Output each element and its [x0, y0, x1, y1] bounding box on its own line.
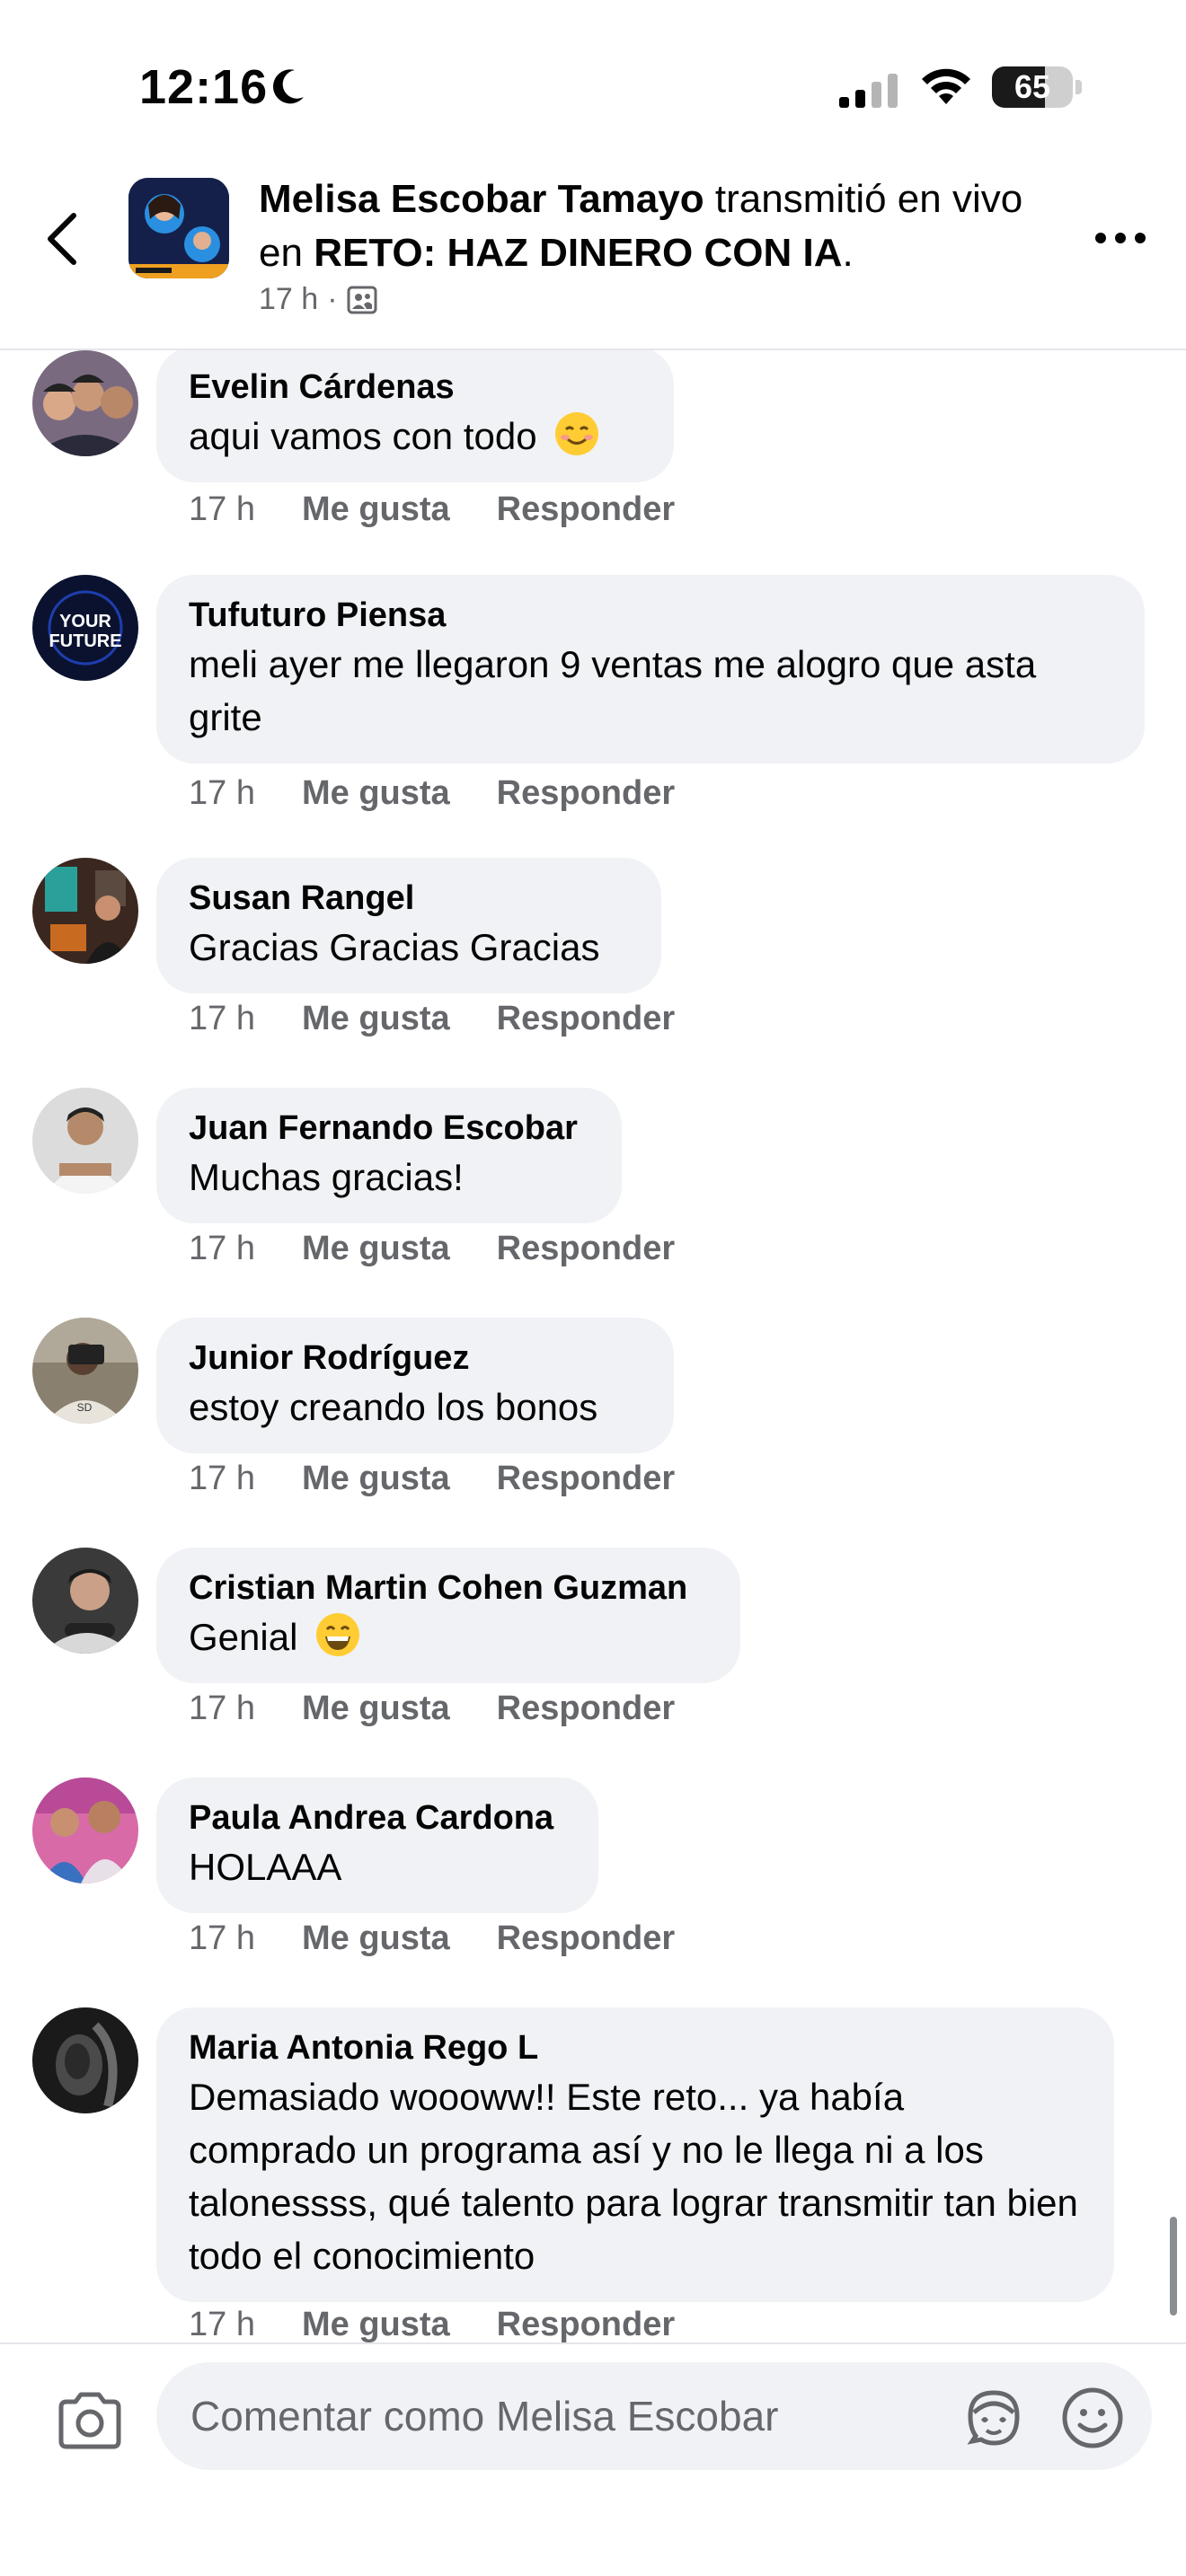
- avatar[interactable]: [32, 350, 138, 456]
- reply-button[interactable]: Responder: [497, 1230, 675, 1268]
- group-name[interactable]: RETO: HAZ DINERO CON IA: [314, 231, 842, 275]
- commenter-name[interactable]: Susan Rangel: [189, 876, 629, 921]
- reply-button[interactable]: Responder: [497, 774, 675, 813]
- moon-icon: [273, 69, 304, 104]
- title-period: .: [842, 231, 854, 275]
- comment-actions: 17 h Me gusta Responder: [189, 774, 675, 813]
- commenter-name[interactable]: Tufuturo Piensa: [189, 593, 1112, 638]
- comment-time[interactable]: 17 h: [189, 1230, 255, 1268]
- comment-text-content: Genial: [189, 1616, 298, 1658]
- comment-actions: 17 h Me gusta Responder: [189, 490, 675, 529]
- comment-time[interactable]: 17 h: [189, 490, 255, 529]
- comment-text: Gracias Gracias Gracias: [189, 926, 600, 968]
- reply-button[interactable]: Responder: [497, 1000, 675, 1038]
- commenter-name[interactable]: Cristian Martin Cohen Guzman: [189, 1566, 708, 1610]
- avatar[interactable]: [32, 2007, 138, 2113]
- comment-time[interactable]: 17 h: [189, 2306, 255, 2342]
- comment-text: HOLAAA: [189, 1846, 342, 1888]
- status-bar: 12:16 65: [0, 0, 1186, 171]
- like-button[interactable]: Me gusta: [302, 1460, 450, 1498]
- grinning-face-emoji-icon: [316, 1613, 360, 1656]
- like-button[interactable]: Me gusta: [302, 774, 450, 813]
- status-time: 12:16: [139, 60, 269, 114]
- reply-button[interactable]: Responder: [497, 2306, 675, 2342]
- comment-bubble[interactable]: Maria Antonia Rego L Demasiado woooww!! …: [156, 2007, 1114, 2302]
- comment-actions: 17 h Me gusta Responder: [189, 1689, 675, 1728]
- cellular-signal-icon: [839, 74, 898, 108]
- avatar[interactable]: [32, 1778, 138, 1883]
- like-button[interactable]: Me gusta: [302, 1000, 450, 1038]
- comment-bubble[interactable]: Susan Rangel Gracias Gracias Gracias: [156, 858, 661, 993]
- comment-time[interactable]: 17 h: [189, 1919, 255, 1958]
- smiling-face-emoji-icon: [555, 412, 599, 455]
- comment-composer: [0, 2342, 1186, 2576]
- post-header: Melisa Escobar Tamayo transmitió en vivo…: [0, 171, 1186, 350]
- like-button[interactable]: Me gusta: [302, 490, 450, 529]
- comment-actions: 17 h Me gusta Responder: [189, 1460, 675, 1498]
- comment-actions: 17 h Me gusta Responder: [189, 1000, 675, 1038]
- like-button[interactable]: Me gusta: [302, 1230, 450, 1268]
- avatar-text-2: FUTURE: [49, 631, 121, 651]
- wifi-icon: [922, 68, 970, 104]
- post-title[interactable]: Melisa Escobar Tamayo transmitió en vivo…: [259, 172, 1067, 280]
- back-arrow-icon[interactable]: [36, 203, 90, 275]
- reply-button[interactable]: Responder: [497, 1689, 675, 1728]
- commenter-name[interactable]: Paula Andrea Cardona: [189, 1795, 566, 1840]
- comment-time[interactable]: 17 h: [189, 1689, 255, 1728]
- live-thumbnail[interactable]: [128, 178, 229, 278]
- like-button[interactable]: Me gusta: [302, 1919, 450, 1958]
- battery-indicator: 65: [992, 66, 1082, 108]
- battery-percent: 65: [1013, 68, 1051, 105]
- post-author[interactable]: Melisa Escobar Tamayo: [259, 177, 704, 221]
- comment-bubble[interactable]: Junior Rodríguez estoy creando los bonos: [156, 1318, 674, 1453]
- comment-text: meli ayer me llegaron 9 ventas me alogro…: [189, 643, 1037, 738]
- avatar[interactable]: SD: [32, 1318, 138, 1424]
- emoji-icon[interactable]: [1060, 2386, 1125, 2450]
- comment-bubble[interactable]: Paula Andrea Cardona HOLAAA: [156, 1778, 598, 1913]
- camera-icon[interactable]: [54, 2389, 126, 2452]
- avatar-text-1: YOUR: [59, 612, 111, 631]
- group-members-icon: [347, 286, 377, 313]
- avatar[interactable]: YOUR FUTURE: [32, 575, 138, 681]
- svg-text:SD: SD: [77, 1401, 93, 1414]
- comment-time[interactable]: 17 h: [189, 1000, 255, 1038]
- comment-text: Muchas gracias!: [189, 1156, 464, 1198]
- commenter-name[interactable]: Maria Antonia Rego L: [189, 2025, 1082, 2070]
- avatar[interactable]: [32, 1548, 138, 1654]
- comment-bubble[interactable]: Evelin Cárdenas aqui vamos con todo: [156, 350, 674, 482]
- avatar-sticker-icon[interactable]: [961, 2386, 1026, 2448]
- post-meta: 17 h ·: [259, 282, 377, 317]
- comment-time[interactable]: 17 h: [189, 1460, 255, 1498]
- commenter-name[interactable]: Junior Rodríguez: [189, 1336, 642, 1381]
- reply-button[interactable]: Responder: [497, 490, 675, 529]
- comment-text: aqui vamos con todo: [189, 410, 642, 463]
- post-time: 17 h: [259, 282, 319, 316]
- comment-bubble[interactable]: Tufuturo Piensa meli ayer me llegaron 9 …: [156, 575, 1145, 763]
- comment-time[interactable]: 17 h: [189, 774, 255, 813]
- comment-text: Demasiado woooww!! Este reto... ya había…: [189, 2076, 1078, 2277]
- meta-separator: ·: [327, 282, 338, 316]
- comments-list[interactable]: Evelin Cárdenas aqui vamos con todo 17 h…: [0, 350, 1186, 2342]
- scrollbar[interactable]: [1170, 2217, 1177, 2316]
- like-button[interactable]: Me gusta: [302, 2306, 450, 2342]
- comment-bubble[interactable]: Juan Fernando Escobar Muchas gracias!: [156, 1088, 622, 1223]
- comment-actions: 17 h Me gusta Responder: [189, 1919, 675, 1958]
- avatar[interactable]: [32, 1088, 138, 1194]
- comment-text: estoy creando los bonos: [189, 1386, 598, 1428]
- reply-button[interactable]: Responder: [497, 1919, 675, 1958]
- comment-bubble[interactable]: Cristian Martin Cohen Guzman Genial: [156, 1548, 740, 1683]
- comment-text: Genial: [189, 1610, 708, 1663]
- more-options-icon[interactable]: [1092, 225, 1149, 251]
- comment-actions: 17 h Me gusta Responder: [189, 2306, 675, 2342]
- comment-text-content: aqui vamos con todo: [189, 415, 537, 457]
- reply-button[interactable]: Responder: [497, 1460, 675, 1498]
- commenter-name[interactable]: Evelin Cárdenas: [189, 365, 642, 410]
- commenter-name[interactable]: Juan Fernando Escobar: [189, 1106, 589, 1151]
- like-button[interactable]: Me gusta: [302, 1689, 450, 1728]
- comment-actions: 17 h Me gusta Responder: [189, 1230, 675, 1268]
- avatar[interactable]: [32, 858, 138, 964]
